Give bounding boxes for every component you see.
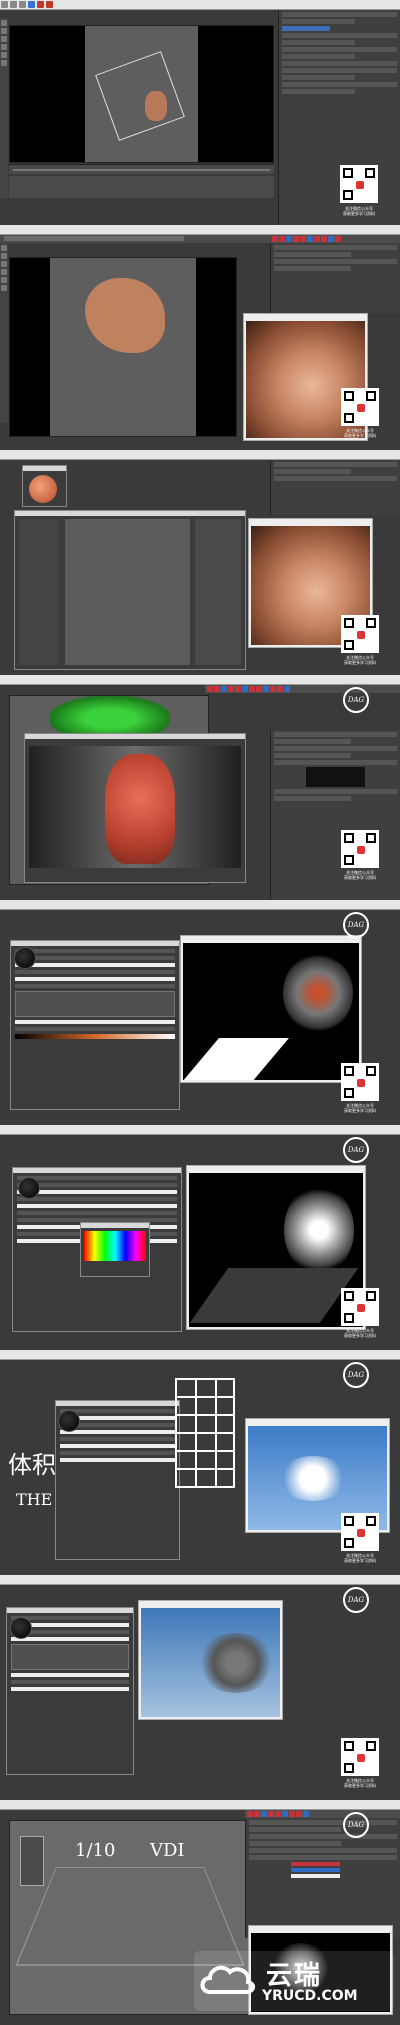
screen-3: 关注微信公众号 获取更多学习资料 [0,450,400,675]
cursor-icon[interactable] [28,1,35,8]
material-strip [9,176,274,198]
qr-code [341,1738,379,1776]
qr-code [341,388,379,426]
handwritten-note: 1/10 [75,1840,116,1861]
qr-caption: 关注微信公众号 获取更多学习资料 [344,1553,376,1563]
node-editor-window[interactable] [14,510,246,670]
handwritten-note: THE [16,1490,53,1509]
undo-icon[interactable] [1,1,8,8]
qr-code [341,1063,379,1101]
app-toolbar [0,450,400,460]
edge-tool-icon[interactable] [1,60,7,66]
app-toolbar [0,1575,400,1585]
screen-6: DAG 关注微信公众号 获取更多学习资料 [0,1125,400,1350]
attribute-manager [270,460,400,515]
left-toolbar [0,18,8,198]
timeline[interactable] [9,164,274,174]
qr-caption: 关注微信公众号 获取更多学习资料 [344,1778,376,1788]
screen-1: 关注微信公众号 获取更多学习资料 [0,0,400,225]
app-toolbar [0,225,400,235]
material-preview-ball [58,1410,80,1432]
material-preview-ball [14,947,36,969]
qr-code [341,830,379,868]
qr-code [341,615,379,653]
app-toolbar [0,1800,400,1810]
right-toolbar [270,235,400,243]
app-toolbar [0,675,400,685]
screen-8: DAG 关注微信公众号 获取更多学习资料 [0,1575,400,1800]
qr-code [340,165,378,203]
polygon-tool-icon[interactable] [1,52,7,58]
brush-icon[interactable] [19,1,26,8]
render-view-window[interactable] [24,733,246,883]
qr-caption: 关注微信公众号 获取更多学习资料 [344,870,376,880]
dac-logo: DAG [343,1812,369,1838]
qr-code [341,1513,379,1551]
dac-logo: DAG [343,687,369,713]
material-preview-ball [10,1617,32,1639]
attribute-manager [245,1818,400,1938]
render-window[interactable] [186,1165,366,1330]
viewport[interactable] [9,25,274,163]
redo-icon[interactable] [10,1,17,8]
object-list-popup[interactable] [20,1836,44,1886]
scale-tool-icon[interactable] [1,28,7,34]
screen-7: 体积 THE DAG 关注微信公众号 获取更多学习资料 [0,1350,400,1575]
app-toolbar [0,0,400,10]
right-toolbar [205,685,400,693]
handwritten-note: 体积 [8,1451,56,1479]
screen-5: DAG 关注微信公众号 获取更多学习资料 [0,900,400,1125]
attribute-manager [278,10,400,225]
watermark-en: YRUCD.COM [262,1988,358,2004]
render-window[interactable] [180,935,362,1083]
dac-logo: DAG [343,1137,369,1163]
stop-icon[interactable] [46,1,53,8]
record-icon[interactable] [37,1,44,8]
qr-caption: 关注微信公众号 获取更多学习资料 [344,655,376,665]
qr-caption: 关注微信公众号 获取更多学习资料 [344,1328,376,1338]
app-toolbar [0,1125,400,1135]
dac-logo: DAG [343,1362,369,1388]
material-preview-window[interactable] [22,465,67,507]
select-tool-icon[interactable] [1,44,7,50]
left-toolbar [0,243,8,423]
qr-caption: 关注微信公众号 获取更多学习资料 [344,1103,376,1113]
attribute-manager [270,243,400,313]
move-tool-icon[interactable] [1,20,7,26]
handwritten-note: VDI [150,1840,185,1861]
qr-code [341,1288,379,1326]
dac-logo: DAG [343,1587,369,1613]
viewport[interactable] [9,257,237,437]
app-toolbar [0,900,400,910]
material-preview-ball [18,1177,40,1199]
dac-logo: DAG [343,912,369,938]
material-editor-window[interactable] [10,940,180,1110]
color-picker-dialog[interactable] [80,1222,150,1277]
watermark-cn: 云瑞 [266,1961,323,1991]
qr-caption: 关注微信公众号 获取更多学习资料 [344,428,376,438]
screen-2: 关注微信公众号 获取更多学习资料 [0,225,400,450]
cloud-logo-icon [200,1965,255,1994]
app-toolbar [0,1350,400,1360]
render-window[interactable] [138,1600,283,1720]
screen-4: DAG 关注微信公众号 获取更多学习资料 [0,675,400,900]
qr-caption: 关注微信公众号 获取更多学习资料 [343,206,375,216]
rotate-tool-icon[interactable] [1,36,7,42]
handwritten-grid [175,1378,235,1488]
right-toolbar [245,1810,400,1818]
